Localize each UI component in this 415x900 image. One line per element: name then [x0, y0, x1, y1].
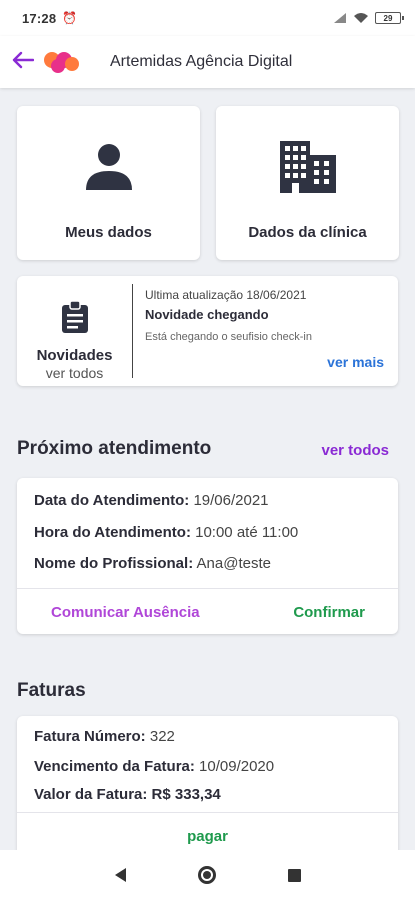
appointment-time-row: Hora do Atendimento: 10:00 até 11:00: [34, 524, 298, 541]
news-see-all-label: ver todos: [45, 365, 104, 381]
invoice-divider: [17, 812, 398, 813]
tile-dados-clinica-label: Dados da clínica: [248, 224, 367, 241]
status-bar: 17:28 ⏰ 29: [0, 0, 415, 36]
tile-meus-dados-label: Meus dados: [65, 224, 152, 241]
invoice-number-label: Fatura Número:: [34, 728, 146, 745]
news-see-more-link[interactable]: ver mais: [327, 354, 384, 370]
nav-recents-icon[interactable]: [287, 868, 301, 882]
invoice-amount-label: Valor da Fatura:: [34, 786, 148, 803]
battery-level: 29: [383, 13, 393, 23]
nav-back-icon[interactable]: [114, 868, 126, 882]
invoice-number-row: Fatura Número: 322: [34, 728, 175, 745]
app-bar: Artemidas Agência Digital: [0, 36, 415, 88]
appointment-professional-label: Nome do Profissional:: [34, 555, 194, 572]
appointment-date-row: Data do Atendimento: 19/06/2021: [34, 492, 269, 509]
app-title: Artemidas Agência Digital: [110, 53, 293, 70]
signal-icon: [334, 13, 346, 23]
news-see-all[interactable]: Novidades ver todos: [17, 284, 133, 381]
alarm-icon: ⏰: [62, 11, 78, 25]
news-description: Está chegando o seufisio check-in: [145, 331, 312, 343]
appointment-date-label: Data do Atendimento:: [34, 492, 190, 509]
wifi-icon: [354, 13, 368, 23]
news-title: Novidades: [36, 347, 113, 364]
appointment-section-title: Próximo atendimento: [17, 438, 212, 459]
status-time: 17:28: [22, 10, 57, 26]
news-last-update: Ultima atualização 18/06/2021: [145, 288, 307, 302]
invoice-due-date-label: Vencimento da Fatura:: [34, 758, 195, 775]
confirm-button[interactable]: Confirmar: [293, 604, 365, 621]
invoice-amount-row: Valor da Fatura: R$ 333,34: [34, 786, 221, 803]
battery-icon: 29: [375, 12, 404, 24]
appointment-time-label: Hora do Atendimento:: [34, 524, 191, 541]
main-content: Meus dados Dados da clínica Novidades ve…: [0, 88, 415, 850]
status-icons: 29: [333, 12, 404, 24]
invoice-number-value: 322: [149, 728, 175, 745]
invoice-due-date-row: Vencimento da Fatura: 10/09/2020: [34, 758, 274, 775]
system-nav-bar: [0, 850, 415, 900]
invoice-amount-value: R$ 333,34: [151, 786, 221, 803]
tile-dados-clinica[interactable]: Dados da clínica: [216, 106, 399, 260]
news-content: Ultima atualização 18/06/2021 Novidade c…: [133, 276, 398, 386]
invoice-due-date-value: 10/09/2020: [199, 758, 275, 775]
building-icon: [278, 138, 338, 194]
appointment-see-all-link[interactable]: ver todos: [321, 442, 389, 459]
appointment-divider: [17, 588, 398, 589]
appointment-card: Data do Atendimento: 19/06/2021 Hora do …: [17, 478, 398, 634]
news-headline: Novidade chegando: [145, 307, 269, 322]
clipboard-icon: [60, 300, 90, 339]
invoices-section-title: Faturas: [17, 680, 86, 701]
app-logo: [42, 48, 82, 76]
appointment-date-value: 19/06/2021: [193, 492, 269, 509]
nav-home-icon[interactable]: [197, 866, 216, 884]
news-card: Novidades ver todos Ultima atualização 1…: [17, 276, 398, 386]
back-arrow-icon[interactable]: [12, 50, 38, 74]
invoice-card: Fatura Número: 322 Vencimento da Fatura:…: [17, 716, 398, 850]
report-absence-button[interactable]: Comunicar Ausência: [51, 604, 200, 621]
person-icon: [84, 138, 134, 194]
appointment-time-value: 10:00 até 11:00: [195, 524, 299, 541]
appointment-professional-row: Nome do Profissional: Ana@teste: [34, 555, 271, 572]
pay-button[interactable]: pagar: [17, 828, 398, 845]
tile-meus-dados[interactable]: Meus dados: [17, 106, 200, 260]
appointment-professional-value: Ana@teste: [196, 555, 271, 572]
